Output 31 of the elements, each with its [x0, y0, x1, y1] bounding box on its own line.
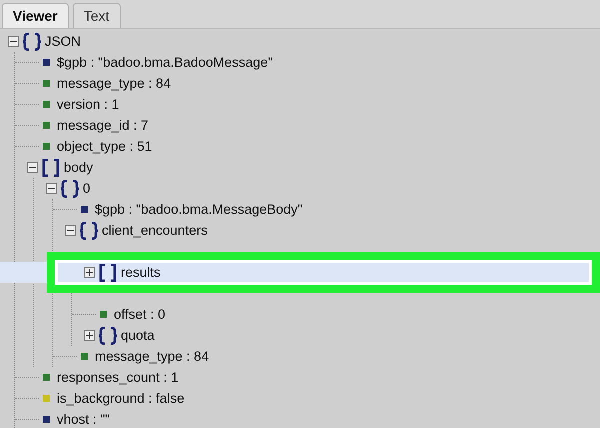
tree-item[interactable]: client_encounters [102, 223, 208, 238]
tab[interactable]: Viewer [2, 3, 69, 28]
expand-toggle[interactable] [84, 267, 95, 278]
tree-item[interactable]: JSON [45, 34, 82, 49]
tab[interactable]: Text [72, 3, 121, 28]
tree-item[interactable]: object_type : 51 [57, 139, 152, 154]
tree-item[interactable]: body [64, 160, 94, 175]
collapse-toggle[interactable] [46, 183, 57, 194]
brackets-icon [41, 158, 61, 176]
tree-item[interactable]: vhost : "" [57, 412, 110, 427]
collapse-toggle[interactable] [65, 225, 76, 236]
collapse-toggle[interactable] [27, 162, 38, 173]
tree-item[interactable]: 0 [83, 181, 91, 196]
tree-item[interactable]: quota [121, 328, 155, 343]
tree-item[interactable]: is_background : false [57, 391, 185, 406]
tree-item[interactable]: $gpb : "badoo.bma.BadooMessage" [57, 55, 273, 70]
tree-item[interactable]: message_type : 84 [57, 76, 172, 91]
tree-item[interactable]: responses_count : 1 [57, 370, 179, 385]
braces-icon [60, 180, 80, 198]
braces-icon [98, 326, 118, 344]
expand-toggle[interactable] [84, 330, 95, 341]
tree-item[interactable]: results [121, 265, 161, 280]
tree-item[interactable]: $gpb : "badoo.bma.MessageBody" [95, 202, 303, 217]
braces-icon [79, 222, 99, 240]
collapse-toggle[interactable] [8, 36, 19, 47]
tree-item[interactable]: offset : 0 [114, 307, 166, 322]
braces-icon [22, 32, 42, 50]
tree-item[interactable]: message_id : 7 [57, 118, 149, 133]
brackets-icon [98, 264, 118, 282]
tree-item[interactable]: version : 1 [57, 97, 120, 112]
tree-item[interactable]: message_type : 84 [95, 349, 210, 364]
